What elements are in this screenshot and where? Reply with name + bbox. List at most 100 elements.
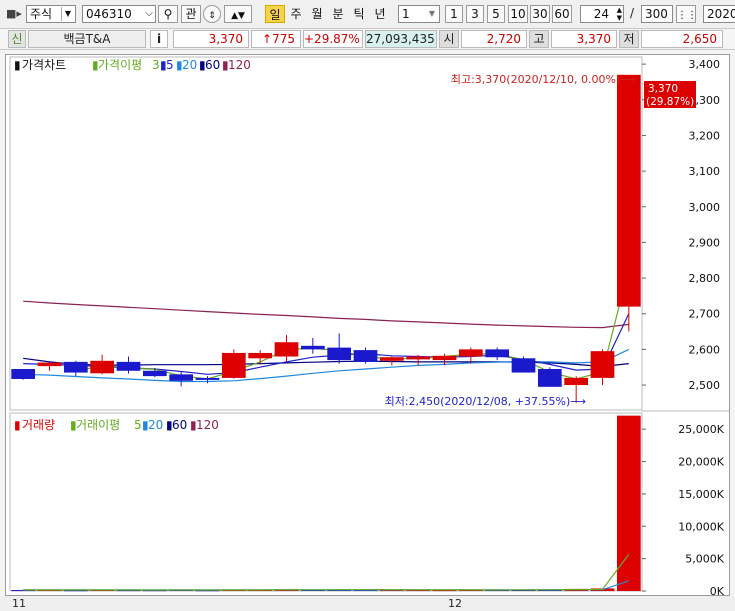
legend-ma5: 5	[166, 58, 174, 72]
legend-vma120: 120	[196, 418, 219, 432]
x-axis: 11 12	[0, 596, 735, 611]
legend-marker: ▮	[14, 58, 21, 72]
volume-y-axis: 0K 5,000K 10,000K 15,000K 20,000K 25,000K	[642, 423, 725, 595]
candle-body	[616, 74, 641, 307]
candle-body	[90, 360, 115, 374]
chevron-down-icon[interactable]: ⌵	[145, 6, 153, 22]
candle-body	[406, 356, 431, 360]
date-input[interactable]: 2020/	[703, 5, 735, 23]
interval-select[interactable]: 1 ▼	[398, 5, 440, 23]
chevron-down-icon[interactable]: ▼	[61, 7, 74, 21]
search-button[interactable]: ⚲	[158, 5, 178, 23]
candle-body	[327, 347, 352, 361]
toolbar: ■▸ 주식 ▼ 046310 ⌵ ⚲ 관 ⇕ ▲▼ 일 주 월 분 틱 년 1 …	[0, 0, 735, 29]
chart-svg: ▮ 가격차트 ▮ 가격이평 3 ▮ 5 ▮ 20 ▮ 60 ▮ 120 ▮ 거래…	[9, 56, 729, 595]
settings-button[interactable]: ⋮⋮	[676, 5, 697, 23]
legend-ma3: 3	[152, 58, 160, 72]
watchlist-button[interactable]: 관	[181, 5, 201, 23]
open-price: 2,720	[461, 30, 527, 48]
candle-body	[537, 368, 562, 387]
y-tick-label: 2,500	[689, 379, 721, 392]
high-annotation: 최고:3,370(2020/12/10, 0.00%)⟶	[451, 73, 636, 86]
stepper-button[interactable]: ▲▼	[224, 5, 252, 23]
period-minute[interactable]: 분	[328, 5, 348, 23]
up-down-icon: ▲▼	[231, 11, 245, 21]
quote-bar: 신 백금T&A i 3,370 ↑775 +29.87% 27,093,435 …	[0, 29, 735, 50]
candle-body	[379, 357, 404, 361]
candle-body	[37, 362, 62, 367]
chart-area: ▮ 가격차트 ▮ 가격이평 3 ▮ 5 ▮ 20 ▮ 60 ▮ 120 ▮ 거래…	[5, 54, 730, 596]
price-legend-title: 가격차트	[22, 58, 66, 72]
candle-body	[485, 349, 510, 358]
interval-1-button[interactable]: 1	[445, 5, 463, 23]
interval-60-button[interactable]: 60	[552, 5, 572, 23]
volume-legend-ma-label: 거래이평	[76, 418, 120, 432]
price-plot-frame	[9, 56, 643, 411]
candle	[537, 367, 562, 387]
low-price: 2,650	[641, 30, 723, 48]
y-tick-label: 2,600	[689, 343, 721, 356]
candle-body	[142, 370, 167, 377]
y-tick-label: 2,900	[689, 236, 721, 249]
search-icon: ⚲	[163, 7, 173, 21]
stock-name: 백금T&A	[28, 30, 146, 48]
price-legend-ma-label: 가격이평	[98, 58, 142, 72]
y-tick-label: 3,100	[689, 165, 721, 178]
stock-code-input[interactable]: 046310 ⌵	[82, 5, 156, 23]
y-tick-label: 20,000K	[678, 456, 724, 469]
chevron-down-icon[interactable]: ▼	[426, 7, 438, 21]
interval-30-button[interactable]: 30	[530, 5, 550, 23]
stock-code-value: 046310	[86, 7, 132, 21]
count-input[interactable]: 24 ▲ ▼	[580, 5, 624, 23]
count-total-input[interactable]: 300	[641, 5, 673, 23]
candle-body	[274, 342, 299, 357]
volume-plot-frame	[9, 412, 643, 592]
interval-10-button[interactable]: 10	[508, 5, 528, 23]
y-tick-label: 0K	[710, 585, 725, 595]
candle	[221, 349, 246, 379]
legend-ma20: 20	[182, 58, 197, 72]
candle-body	[11, 368, 36, 379]
candle-body	[221, 352, 246, 378]
period-year[interactable]: 년	[370, 5, 390, 23]
candle-body	[169, 374, 194, 381]
interval-value: 1	[402, 7, 410, 21]
market-type-value: 주식	[30, 7, 53, 21]
price-legend: ▮ 가격차트 ▮ 가격이평 3 ▮ 5 ▮ 20 ▮ 60 ▮ 120	[14, 58, 251, 72]
scroll-icon: ⇕	[208, 11, 216, 21]
trade-volume: 27,093,435	[365, 30, 437, 48]
high-label: 고	[529, 30, 549, 48]
period-week[interactable]: 주	[286, 5, 306, 23]
interval-5-button[interactable]: 5	[487, 5, 505, 23]
period-day[interactable]: 일	[265, 5, 285, 23]
candle-body	[511, 358, 536, 373]
interval-3-button[interactable]: 3	[466, 5, 484, 23]
y-tick-label: 2,800	[689, 272, 721, 285]
legend-ma60: 60	[205, 58, 220, 72]
current-price-tag-pct: (29.87%)	[646, 96, 694, 108]
low-annotation: 최저:2,450(2020/12/08, +37.55%)⟶	[385, 395, 587, 408]
candle-body	[590, 351, 615, 378]
y-tick-label: 3,000	[689, 201, 721, 214]
legend-ma120: 120	[228, 58, 251, 72]
period-tick[interactable]: 틱	[349, 5, 369, 23]
market-type-select[interactable]: 주식 ▼	[26, 5, 76, 23]
period-month[interactable]: 월	[307, 5, 327, 23]
current-price-tag-value: 3,370	[648, 83, 678, 95]
high-price: 3,370	[551, 30, 617, 48]
x-tick-label: 11	[12, 597, 26, 610]
current-price: 3,370	[173, 30, 249, 48]
candle-body	[458, 349, 483, 357]
candle	[511, 356, 536, 373]
y-tick-label: 25,000K	[678, 423, 724, 436]
spinner-icon[interactable]: ▲ ▼	[617, 6, 622, 22]
scroll-button[interactable]: ⇕	[203, 5, 221, 23]
legend-marker: ▮	[14, 418, 21, 432]
candle-body	[353, 350, 378, 362]
candle-body	[564, 377, 589, 386]
candle	[11, 368, 36, 380]
toolbar-handle-icon[interactable]: ■▸	[6, 8, 22, 20]
y-tick-label: 2,700	[689, 308, 721, 321]
info-button[interactable]: i	[150, 30, 168, 48]
price-change-pct: +29.87%	[303, 30, 363, 48]
